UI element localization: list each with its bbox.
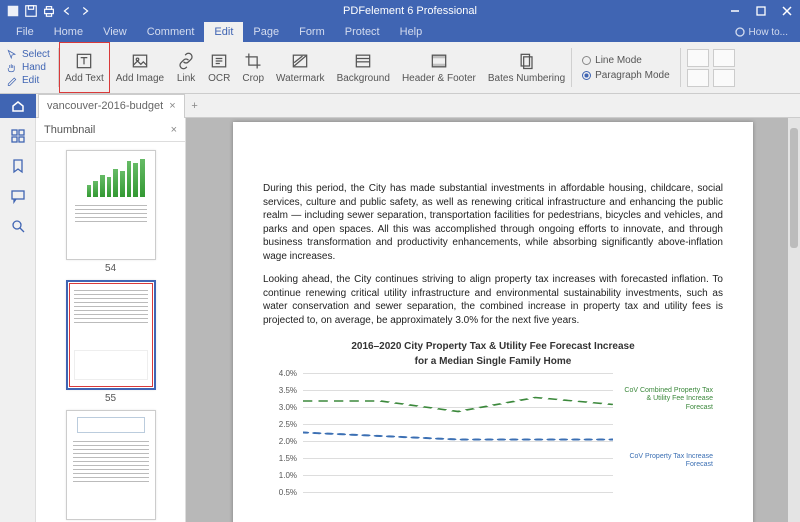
hand-mode[interactable]: Hand: [6, 62, 52, 74]
home-tab-icon[interactable]: [0, 94, 36, 118]
chart-area: 4.0% 3.5% 3.0% 2.5% 2.0% 1.5% 1.0% 0.5%: [273, 373, 713, 513]
thumbnail-item[interactable]: 54: [63, 150, 159, 274]
watermark-button[interactable]: Watermark: [270, 42, 331, 93]
thumbnail-number: 54: [105, 263, 116, 274]
menu-page[interactable]: Page: [243, 22, 289, 42]
bookmark-icon[interactable]: [10, 158, 26, 174]
align-slot[interactable]: [713, 49, 735, 67]
thumbnail-title: Thumbnail: [44, 124, 95, 136]
ribbon-edit: Select Hand Edit Add Text Add Image Link…: [0, 42, 800, 94]
how-to-link[interactable]: How to...: [723, 22, 800, 42]
menu-view[interactable]: View: [93, 22, 137, 42]
menu-edit[interactable]: Edit: [204, 22, 243, 42]
app-logo-icon: [6, 4, 20, 18]
window-controls: [722, 0, 800, 22]
body-paragraph: Looking ahead, the City continues strivi…: [263, 273, 723, 327]
menu-comment[interactable]: Comment: [137, 22, 205, 42]
menu-form[interactable]: Form: [289, 22, 335, 42]
menu-bar: File Home View Comment Edit Page Form Pr…: [0, 22, 800, 42]
workspace: Thumbnail × 54 55: [0, 118, 800, 522]
thumbnail-close-icon[interactable]: ×: [171, 124, 177, 136]
link-button[interactable]: Link: [170, 42, 202, 93]
thumbnail-header: Thumbnail ×: [36, 118, 185, 142]
add-image-button[interactable]: Add Image: [110, 42, 170, 93]
thumbnail-number: 55: [105, 393, 116, 404]
tab-strip: vancouver-2016-budget × +: [0, 94, 800, 118]
line-mode-radio[interactable]: Line Mode: [582, 55, 670, 66]
left-rail: [0, 118, 36, 522]
chart-subtitle: for a Median Single Family Home: [263, 356, 723, 367]
app-title: PDFelement 6 Professional: [98, 5, 722, 17]
title-bar: PDFelement 6 Professional: [0, 0, 800, 22]
close-button[interactable]: [774, 0, 800, 22]
edit-mode-group: Line Mode Paragraph Mode: [572, 42, 680, 93]
bates-numbering-button[interactable]: Bates Numbering: [482, 42, 571, 93]
thumbnail-panel: Thumbnail × 54 55: [36, 118, 186, 522]
select-mode[interactable]: Select: [6, 49, 52, 61]
maximize-button[interactable]: [748, 0, 774, 22]
thumbnail-item[interactable]: 56: [63, 410, 159, 522]
body-paragraph: During this period, the City has made su…: [263, 182, 723, 263]
crop-button[interactable]: Crop: [236, 42, 270, 93]
cursor-mode-group: Select Hand Edit: [0, 42, 58, 93]
tab-close-icon[interactable]: ×: [169, 100, 175, 112]
search-icon[interactable]: [10, 218, 26, 234]
edit-mode[interactable]: Edit: [6, 75, 52, 87]
undo-icon[interactable]: [60, 4, 74, 18]
vertical-scrollbar[interactable]: [788, 118, 800, 522]
chart-plot: [303, 373, 613, 513]
chart-legend-combined: CoV Combined Property Tax & Utility Fee …: [621, 387, 713, 412]
chart-title: 2016–2020 City Property Tax & Utility Fe…: [263, 341, 723, 352]
align-slot[interactable]: [687, 49, 709, 67]
new-tab-button[interactable]: +: [185, 100, 205, 112]
menu-file[interactable]: File: [6, 22, 44, 42]
print-icon[interactable]: [42, 4, 56, 18]
header-footer-button[interactable]: Header & Footer: [396, 42, 482, 93]
chart-y-axis: 4.0% 3.5% 3.0% 2.5% 2.0% 1.5% 1.0% 0.5%: [273, 373, 301, 513]
quick-access: [0, 4, 98, 18]
thumbnail-list[interactable]: 54 55 56: [36, 142, 185, 522]
document-page: During this period, the City has made su…: [233, 122, 753, 522]
thumbnails-icon[interactable]: [10, 128, 26, 144]
paragraph-mode-radio[interactable]: Paragraph Mode: [582, 70, 670, 81]
document-tab[interactable]: vancouver-2016-budget ×: [38, 94, 185, 118]
save-icon[interactable]: [24, 4, 38, 18]
add-text-button[interactable]: Add Text: [59, 42, 110, 93]
tab-label: vancouver-2016-budget: [47, 100, 163, 112]
redo-icon[interactable]: [78, 4, 92, 18]
align-slot[interactable]: [713, 69, 735, 87]
background-button[interactable]: Background: [331, 42, 396, 93]
ocr-button[interactable]: OCR: [202, 42, 236, 93]
document-viewer[interactable]: During this period, the City has made su…: [186, 118, 800, 522]
menu-protect[interactable]: Protect: [335, 22, 390, 42]
alignment-group: [681, 42, 741, 93]
thumbnail-item[interactable]: 55: [63, 280, 159, 404]
minimize-button[interactable]: [722, 0, 748, 22]
menu-help[interactable]: Help: [390, 22, 433, 42]
annotation-icon[interactable]: [10, 188, 26, 204]
menu-home[interactable]: Home: [44, 22, 93, 42]
align-slot[interactable]: [687, 69, 709, 87]
chart-legend-tax: CoV Property Tax Increase Forecast: [621, 453, 713, 470]
